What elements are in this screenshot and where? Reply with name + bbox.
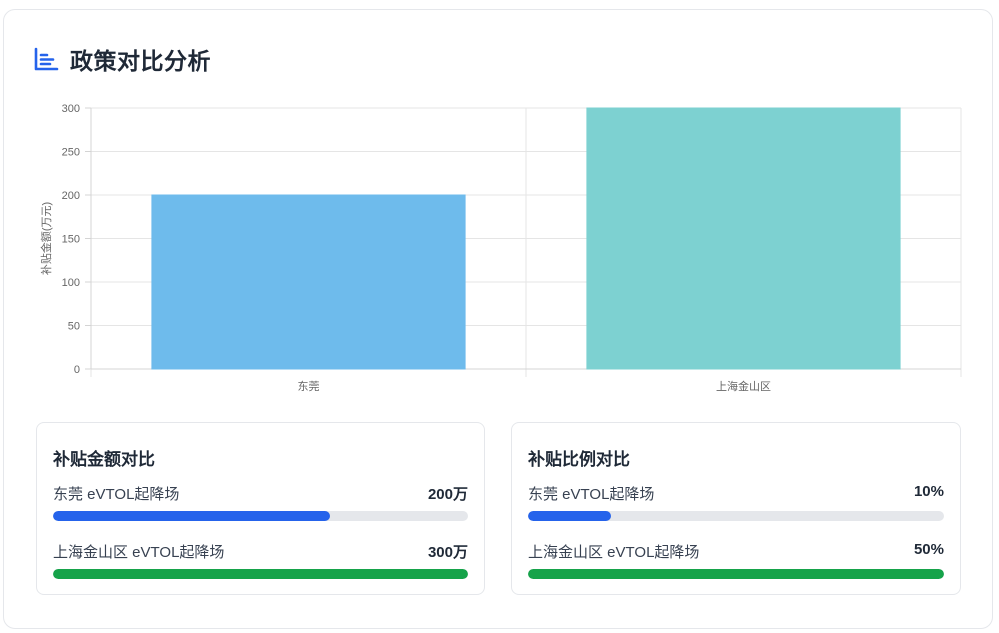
- subsidy-amount-panel: 补贴金额对比 东莞 eVTOL起降场 200万 上海金山区 eVTOL起降场 3…: [36, 422, 485, 595]
- progress-track: [528, 511, 944, 521]
- row-label: 东莞 eVTOL起降场: [53, 486, 180, 503]
- x-tick-label: 上海金山区: [716, 379, 771, 393]
- progress-fill: [53, 569, 468, 579]
- progress-fill: [53, 511, 330, 521]
- progress-track: [528, 569, 944, 579]
- row-value: 10%: [913, 483, 944, 500]
- progress-fill: [528, 511, 612, 521]
- y-tick-label: 200: [62, 190, 80, 202]
- subsidy-ratio-panel: 补贴比例对比 东莞 eVTOL起降场 10% 上海金山区 eVTOL起降场 50…: [511, 422, 961, 595]
- y-axis-title: 补贴金额(万元): [39, 202, 53, 275]
- y-tick-label: 50: [68, 321, 80, 333]
- comparison-row: 东莞 eVTOL起降场 200万: [53, 481, 468, 541]
- panel-title: 补贴金额对比: [53, 450, 155, 469]
- comparison-row: 东莞 eVTOL起降场 10%: [528, 481, 944, 541]
- row-label: 东莞 eVTOL起降场: [528, 486, 655, 503]
- y-tick-label: 150: [62, 234, 80, 246]
- progress-fill: [528, 569, 944, 579]
- bar: [586, 107, 901, 370]
- y-tick-label: 100: [62, 277, 80, 289]
- comparison-row: 上海金山区 eVTOL起降场 50%: [528, 539, 944, 599]
- progress-track: [53, 569, 468, 579]
- row-value: 50%: [913, 541, 944, 558]
- y-tick-label: 300: [62, 103, 80, 115]
- row-label: 上海金山区 eVTOL起降场: [53, 544, 225, 561]
- y-tick-label: 250: [62, 147, 80, 159]
- panel-title: 补贴比例对比: [528, 450, 630, 469]
- y-tick-label: 0: [74, 364, 80, 376]
- row-value: 200万: [427, 486, 468, 503]
- x-tick-label: 东莞: [298, 380, 320, 393]
- row-value: 300万: [427, 544, 468, 561]
- subsidy-bar-chart: 0 50 100 150 200 250 300 东莞 上海金山区 补贴金额(万元): [39, 103, 962, 393]
- row-label: 上海金山区 eVTOL起降场: [528, 544, 700, 561]
- bar: [151, 194, 466, 370]
- progress-track: [53, 511, 468, 521]
- comparison-row: 上海金山区 eVTOL起降场 300万: [53, 539, 468, 599]
